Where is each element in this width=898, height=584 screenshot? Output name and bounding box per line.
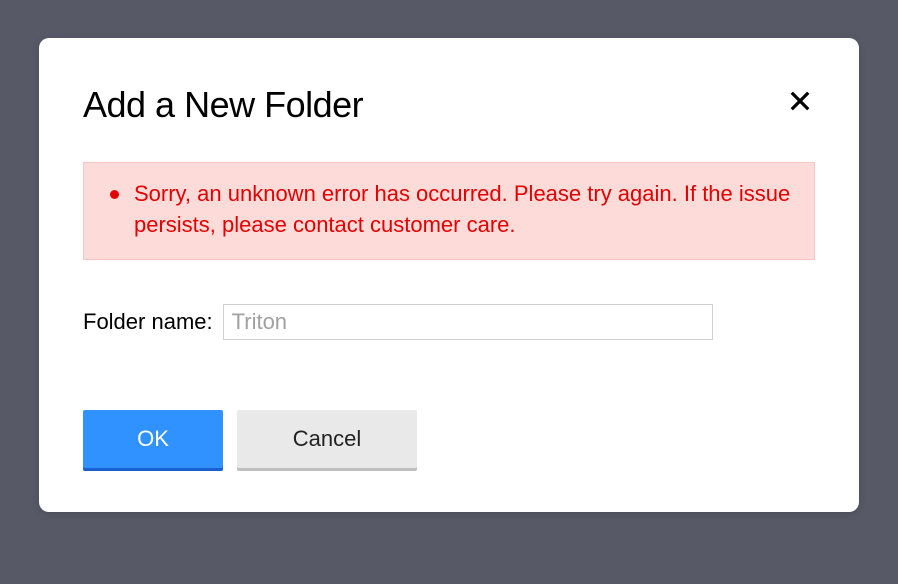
error-message: Sorry, an unknown error has occurred. Pl… — [104, 179, 794, 241]
error-alert: Sorry, an unknown error has occurred. Pl… — [83, 162, 815, 260]
folder-name-row: Folder name: — [83, 304, 815, 340]
dialog-actions: OK Cancel — [83, 410, 815, 468]
folder-name-input[interactable] — [223, 304, 713, 340]
folder-name-label: Folder name: — [83, 309, 213, 335]
close-button[interactable] — [785, 86, 815, 116]
dialog-title: Add a New Folder — [83, 84, 363, 126]
add-folder-dialog: Add a New Folder Sorry, an unknown error… — [39, 38, 859, 512]
close-icon — [789, 90, 811, 112]
cancel-button[interactable]: Cancel — [237, 410, 417, 468]
dialog-header: Add a New Folder — [83, 84, 815, 126]
ok-button[interactable]: OK — [83, 410, 223, 468]
error-list: Sorry, an unknown error has occurred. Pl… — [104, 179, 794, 241]
